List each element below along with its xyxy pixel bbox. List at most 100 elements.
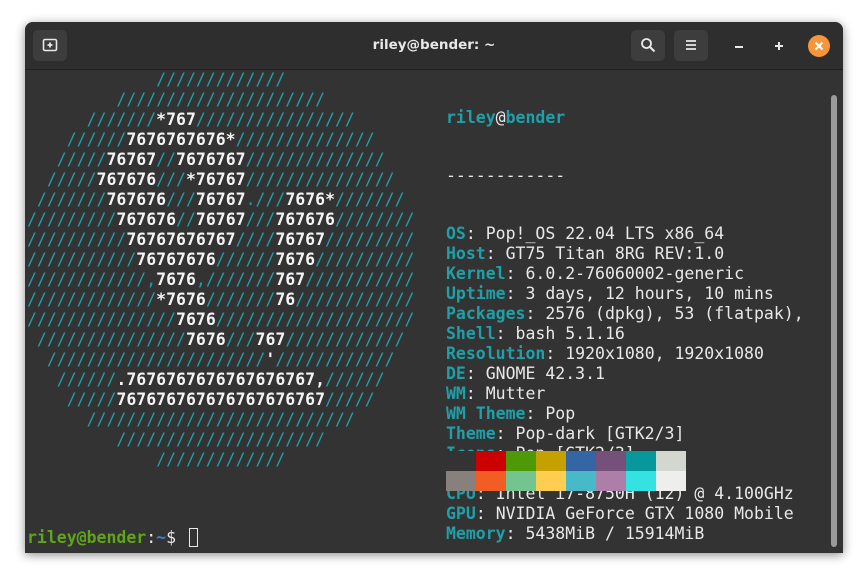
info-key: Uptime <box>446 284 506 303</box>
logo-segment: /// <box>245 210 276 229</box>
info-list: OS: Pop!_OS 22.04 LTS x86_64 Host: GT75 T… <box>446 224 804 544</box>
color-palette <box>446 451 686 491</box>
maximize-icon <box>775 42 783 50</box>
logo-segment: ///// <box>325 390 375 409</box>
terminal-window: riley@bender: ~ ///////////// //////////… <box>25 22 843 553</box>
minimize-button[interactable] <box>728 35 750 57</box>
info-key: GPU <box>446 504 476 523</box>
logo-segment: 7676 <box>185 330 226 349</box>
palette-swatch <box>506 451 536 471</box>
logo-segment: *7676 <box>156 290 206 309</box>
logo-segment: ////////// <box>27 230 127 249</box>
palette-swatch <box>566 451 596 471</box>
info-value: 3 days, 12 hours, 10 mins <box>525 284 774 303</box>
close-icon <box>814 41 824 51</box>
logo-line: ///////767676///76767.///7676*/////// <box>27 190 414 210</box>
info-at: @ <box>495 108 506 127</box>
logo-segment: /////////////// <box>27 330 186 349</box>
logo-segment: ////// <box>27 370 117 389</box>
info-colon: : <box>525 404 546 423</box>
palette-swatch <box>536 451 566 471</box>
info-key: Packages <box>446 304 526 323</box>
logo-segment: ////// <box>325 370 385 389</box>
logo-segment: 7676767 <box>176 150 246 169</box>
info-value: 2576 (dpkg), 53 (flatpak), <box>545 304 804 323</box>
info-value: Pop!_OS 22.04 LTS x86_64 <box>485 224 725 243</box>
info-row: Packages: 2576 (dpkg), 53 (flatpak), <box>446 304 804 324</box>
logo-line: /////////////*7676///////76//////////// <box>27 290 414 310</box>
palette-swatch <box>446 451 476 471</box>
logo-line: ///////////////////// <box>27 430 414 450</box>
info-value: NVIDIA GeForce GTX 1080 Mobile <box>495 504 794 523</box>
logo-segment: 767676767676767676767 <box>116 390 326 409</box>
logo-segment: ///////// <box>325 230 415 249</box>
logo-line: /////////////////////////// <box>27 410 414 430</box>
text-cursor <box>188 528 198 547</box>
window-title: riley@bender: ~ <box>372 37 496 53</box>
palette-row-bright <box>446 471 686 491</box>
palette-swatch <box>596 471 626 491</box>
palette-row-normal <box>446 451 686 471</box>
hamburger-menu-icon <box>686 40 696 50</box>
info-value: GNOME 42.3.1 <box>485 364 605 383</box>
logo-segment: ////// <box>27 130 127 149</box>
info-key: Memory <box>446 524 506 543</box>
logo-line: ///////////////////// <box>27 90 414 110</box>
info-colon: : <box>495 324 516 343</box>
logo-segment: ////// <box>215 250 276 269</box>
info-separator: ------------ <box>446 166 566 185</box>
info-value: bash 5.1.16 <box>515 324 625 343</box>
logo-segment: ////////////, <box>27 270 157 289</box>
terminal-output[interactable]: ///////////// ///////////////////// ////… <box>25 70 843 553</box>
distro-ascii-logo: ///////////// ///////////////////// ////… <box>27 70 414 470</box>
logo-segment: 76767 <box>106 150 157 169</box>
logo-line: ///////////////7676//////////////////// <box>27 310 414 330</box>
search-button[interactable] <box>631 30 665 61</box>
info-colon: : <box>475 504 496 523</box>
logo-segment: 7676* <box>285 190 335 209</box>
info-row: GPU: NVIDIA GeForce GTX 1080 Mobile <box>446 504 804 524</box>
prompt-user-host: riley@bender <box>27 528 147 547</box>
info-row: Theme: Pop-dark [GTK2/3] <box>446 424 804 444</box>
logo-line: /////////767676//76767///767676//////// <box>27 210 414 230</box>
logo-segment: ///////////// <box>27 290 157 309</box>
logo-segment: *767 <box>156 110 196 129</box>
info-key: WM Theme <box>446 404 526 423</box>
logo-segment: ///// <box>27 170 97 189</box>
palette-swatch <box>536 471 566 491</box>
palette-swatch <box>446 471 476 491</box>
info-row: Kernel: 6.0.2-76060002-generic <box>446 264 804 284</box>
info-key: Host <box>446 244 486 263</box>
logo-segment: // <box>156 150 177 169</box>
logo-segment: 76767676 <box>136 250 216 269</box>
scrollbar[interactable] <box>831 95 837 547</box>
logo-line: ///////////76767676//////7676////////// <box>27 250 414 270</box>
info-colon: : <box>525 304 546 323</box>
logo-line: //////7676767676*////////////// <box>27 130 414 150</box>
palette-swatch <box>656 471 686 491</box>
logo-segment: 767676 <box>275 210 335 229</box>
logo-segment: 7676 <box>176 310 216 329</box>
logo-line: /////767676///*76767/////////////// <box>27 170 414 190</box>
title-bar: riley@bender: ~ <box>25 22 843 70</box>
prompt-path: ~ <box>156 528 167 547</box>
close-button[interactable] <box>808 35 830 57</box>
info-colon: : <box>465 364 486 383</box>
logo-line: //////////76767676767////76767///////// <box>27 230 414 250</box>
logo-line: /////767676767676767676767///// <box>27 390 414 410</box>
logo-line: /////76767//7676767////////////// <box>27 150 414 170</box>
logo-segment: /////////////////////////// <box>27 410 355 429</box>
logo-segment: /////// <box>205 290 276 309</box>
info-colon: : <box>505 284 526 303</box>
info-key: WM <box>446 384 466 403</box>
logo-segment: ////////////// <box>235 130 375 149</box>
logo-segment: //////////////// <box>195 110 355 129</box>
info-value: Pop-dark [GTK2/3] <box>515 424 685 443</box>
info-value: 5438MiB / 15914MiB <box>525 524 705 543</box>
menu-button[interactable] <box>674 30 708 61</box>
logo-segment: 76767676767 <box>126 230 236 249</box>
shell-prompt[interactable]: riley@bender:~$ <box>27 528 198 548</box>
maximize-button[interactable] <box>768 35 790 57</box>
info-row: Shell: bash 5.1.16 <box>446 324 804 344</box>
info-value: Mutter <box>485 384 546 403</box>
